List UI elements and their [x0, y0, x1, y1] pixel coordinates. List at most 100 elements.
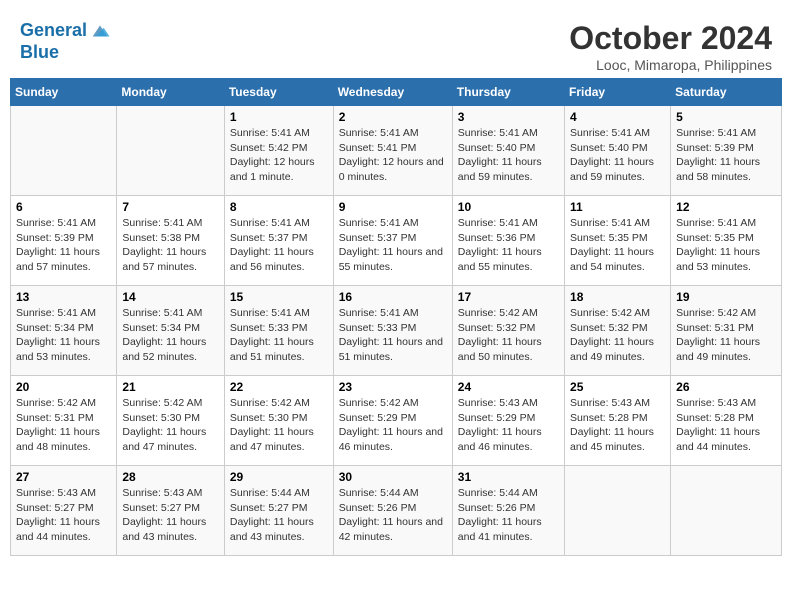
calendar-cell: 28 Sunrise: 5:43 AMSunset: 5:27 PMDaylig… — [117, 466, 224, 556]
day-number: 11 — [570, 200, 665, 214]
logo-text2: Blue — [20, 42, 111, 64]
weekday-header-saturday: Saturday — [671, 79, 782, 106]
calendar-cell: 3 Sunrise: 5:41 AMSunset: 5:40 PMDayligh… — [452, 106, 564, 196]
day-number: 20 — [16, 380, 111, 394]
calendar-cell: 25 Sunrise: 5:43 AMSunset: 5:28 PMDaylig… — [565, 376, 671, 466]
calendar-cell: 31 Sunrise: 5:44 AMSunset: 5:26 PMDaylig… — [452, 466, 564, 556]
day-info: Sunrise: 5:41 AMSunset: 5:35 PMDaylight:… — [570, 217, 654, 273]
day-number: 21 — [122, 380, 218, 394]
calendar-cell: 17 Sunrise: 5:42 AMSunset: 5:32 PMDaylig… — [452, 286, 564, 376]
calendar-cell: 21 Sunrise: 5:42 AMSunset: 5:30 PMDaylig… — [117, 376, 224, 466]
day-number: 29 — [230, 470, 328, 484]
day-info: Sunrise: 5:42 AMSunset: 5:32 PMDaylight:… — [570, 307, 654, 363]
day-number: 15 — [230, 290, 328, 304]
calendar-cell: 11 Sunrise: 5:41 AMSunset: 5:35 PMDaylig… — [565, 196, 671, 286]
title-area: October 2024 Looc, Mimaropa, Philippines — [569, 20, 772, 73]
calendar-cell: 9 Sunrise: 5:41 AMSunset: 5:37 PMDayligh… — [333, 196, 452, 286]
calendar-cell: 7 Sunrise: 5:41 AMSunset: 5:38 PMDayligh… — [117, 196, 224, 286]
day-number: 9 — [339, 200, 447, 214]
day-number: 19 — [676, 290, 776, 304]
day-info: Sunrise: 5:41 AMSunset: 5:42 PMDaylight:… — [230, 127, 315, 183]
day-info: Sunrise: 5:41 AMSunset: 5:37 PMDaylight:… — [230, 217, 314, 273]
calendar-cell: 12 Sunrise: 5:41 AMSunset: 5:35 PMDaylig… — [671, 196, 782, 286]
calendar-cell — [11, 106, 117, 196]
calendar-cell: 27 Sunrise: 5:43 AMSunset: 5:27 PMDaylig… — [11, 466, 117, 556]
day-info: Sunrise: 5:41 AMSunset: 5:40 PMDaylight:… — [570, 127, 654, 183]
day-info: Sunrise: 5:42 AMSunset: 5:30 PMDaylight:… — [230, 397, 314, 453]
calendar-cell: 5 Sunrise: 5:41 AMSunset: 5:39 PMDayligh… — [671, 106, 782, 196]
calendar-cell: 6 Sunrise: 5:41 AMSunset: 5:39 PMDayligh… — [11, 196, 117, 286]
day-number: 26 — [676, 380, 776, 394]
day-info: Sunrise: 5:41 AMSunset: 5:41 PMDaylight:… — [339, 127, 444, 183]
weekday-header-friday: Friday — [565, 79, 671, 106]
day-info: Sunrise: 5:44 AMSunset: 5:27 PMDaylight:… — [230, 487, 314, 543]
calendar-cell: 16 Sunrise: 5:41 AMSunset: 5:33 PMDaylig… — [333, 286, 452, 376]
calendar-cell: 2 Sunrise: 5:41 AMSunset: 5:41 PMDayligh… — [333, 106, 452, 196]
logo: General Blue — [20, 20, 111, 64]
day-info: Sunrise: 5:43 AMSunset: 5:28 PMDaylight:… — [570, 397, 654, 453]
day-info: Sunrise: 5:41 AMSunset: 5:38 PMDaylight:… — [122, 217, 206, 273]
calendar-week-4: 20 Sunrise: 5:42 AMSunset: 5:31 PMDaylig… — [11, 376, 782, 466]
day-number: 22 — [230, 380, 328, 394]
day-info: Sunrise: 5:43 AMSunset: 5:29 PMDaylight:… — [458, 397, 542, 453]
day-number: 17 — [458, 290, 559, 304]
page-header: General Blue October 2024 Looc, Mimaropa… — [10, 10, 782, 78]
day-number: 13 — [16, 290, 111, 304]
day-number: 31 — [458, 470, 559, 484]
calendar-cell — [117, 106, 224, 196]
day-info: Sunrise: 5:42 AMSunset: 5:31 PMDaylight:… — [676, 307, 760, 363]
location-text: Looc, Mimaropa, Philippines — [569, 57, 772, 73]
day-info: Sunrise: 5:42 AMSunset: 5:31 PMDaylight:… — [16, 397, 100, 453]
day-number: 5 — [676, 110, 776, 124]
day-number: 30 — [339, 470, 447, 484]
calendar-cell — [671, 466, 782, 556]
day-info: Sunrise: 5:42 AMSunset: 5:32 PMDaylight:… — [458, 307, 542, 363]
day-info: Sunrise: 5:43 AMSunset: 5:28 PMDaylight:… — [676, 397, 760, 453]
day-info: Sunrise: 5:44 AMSunset: 5:26 PMDaylight:… — [339, 487, 443, 543]
day-number: 27 — [16, 470, 111, 484]
day-info: Sunrise: 5:43 AMSunset: 5:27 PMDaylight:… — [16, 487, 100, 543]
calendar-cell: 24 Sunrise: 5:43 AMSunset: 5:29 PMDaylig… — [452, 376, 564, 466]
day-number: 3 — [458, 110, 559, 124]
day-number: 6 — [16, 200, 111, 214]
day-number: 16 — [339, 290, 447, 304]
calendar-cell: 4 Sunrise: 5:41 AMSunset: 5:40 PMDayligh… — [565, 106, 671, 196]
day-info: Sunrise: 5:42 AMSunset: 5:29 PMDaylight:… — [339, 397, 443, 453]
calendar-cell: 18 Sunrise: 5:42 AMSunset: 5:32 PMDaylig… — [565, 286, 671, 376]
day-number: 1 — [230, 110, 328, 124]
weekday-header-sunday: Sunday — [11, 79, 117, 106]
day-number: 14 — [122, 290, 218, 304]
calendar-week-3: 13 Sunrise: 5:41 AMSunset: 5:34 PMDaylig… — [11, 286, 782, 376]
calendar-table: SundayMondayTuesdayWednesdayThursdayFrid… — [10, 78, 782, 556]
calendar-cell: 22 Sunrise: 5:42 AMSunset: 5:30 PMDaylig… — [224, 376, 333, 466]
calendar-cell: 23 Sunrise: 5:42 AMSunset: 5:29 PMDaylig… — [333, 376, 452, 466]
day-info: Sunrise: 5:41 AMSunset: 5:35 PMDaylight:… — [676, 217, 760, 273]
weekday-header-wednesday: Wednesday — [333, 79, 452, 106]
calendar-week-5: 27 Sunrise: 5:43 AMSunset: 5:27 PMDaylig… — [11, 466, 782, 556]
day-number: 10 — [458, 200, 559, 214]
day-info: Sunrise: 5:41 AMSunset: 5:36 PMDaylight:… — [458, 217, 542, 273]
day-info: Sunrise: 5:41 AMSunset: 5:39 PMDaylight:… — [16, 217, 100, 273]
day-info: Sunrise: 5:41 AMSunset: 5:40 PMDaylight:… — [458, 127, 542, 183]
calendar-cell: 8 Sunrise: 5:41 AMSunset: 5:37 PMDayligh… — [224, 196, 333, 286]
calendar-week-1: 1 Sunrise: 5:41 AMSunset: 5:42 PMDayligh… — [11, 106, 782, 196]
calendar-week-2: 6 Sunrise: 5:41 AMSunset: 5:39 PMDayligh… — [11, 196, 782, 286]
day-info: Sunrise: 5:41 AMSunset: 5:39 PMDaylight:… — [676, 127, 760, 183]
calendar-cell: 13 Sunrise: 5:41 AMSunset: 5:34 PMDaylig… — [11, 286, 117, 376]
calendar-cell: 30 Sunrise: 5:44 AMSunset: 5:26 PMDaylig… — [333, 466, 452, 556]
calendar-cell: 1 Sunrise: 5:41 AMSunset: 5:42 PMDayligh… — [224, 106, 333, 196]
weekday-header-thursday: Thursday — [452, 79, 564, 106]
day-info: Sunrise: 5:41 AMSunset: 5:34 PMDaylight:… — [16, 307, 100, 363]
logo-text: General — [20, 20, 87, 42]
calendar-cell: 15 Sunrise: 5:41 AMSunset: 5:33 PMDaylig… — [224, 286, 333, 376]
calendar-cell: 29 Sunrise: 5:44 AMSunset: 5:27 PMDaylig… — [224, 466, 333, 556]
day-number: 7 — [122, 200, 218, 214]
calendar-cell: 10 Sunrise: 5:41 AMSunset: 5:36 PMDaylig… — [452, 196, 564, 286]
day-info: Sunrise: 5:42 AMSunset: 5:30 PMDaylight:… — [122, 397, 206, 453]
weekday-header-tuesday: Tuesday — [224, 79, 333, 106]
day-info: Sunrise: 5:41 AMSunset: 5:33 PMDaylight:… — [339, 307, 443, 363]
calendar-cell: 20 Sunrise: 5:42 AMSunset: 5:31 PMDaylig… — [11, 376, 117, 466]
day-number: 24 — [458, 380, 559, 394]
calendar-cell: 19 Sunrise: 5:42 AMSunset: 5:31 PMDaylig… — [671, 286, 782, 376]
day-number: 28 — [122, 470, 218, 484]
